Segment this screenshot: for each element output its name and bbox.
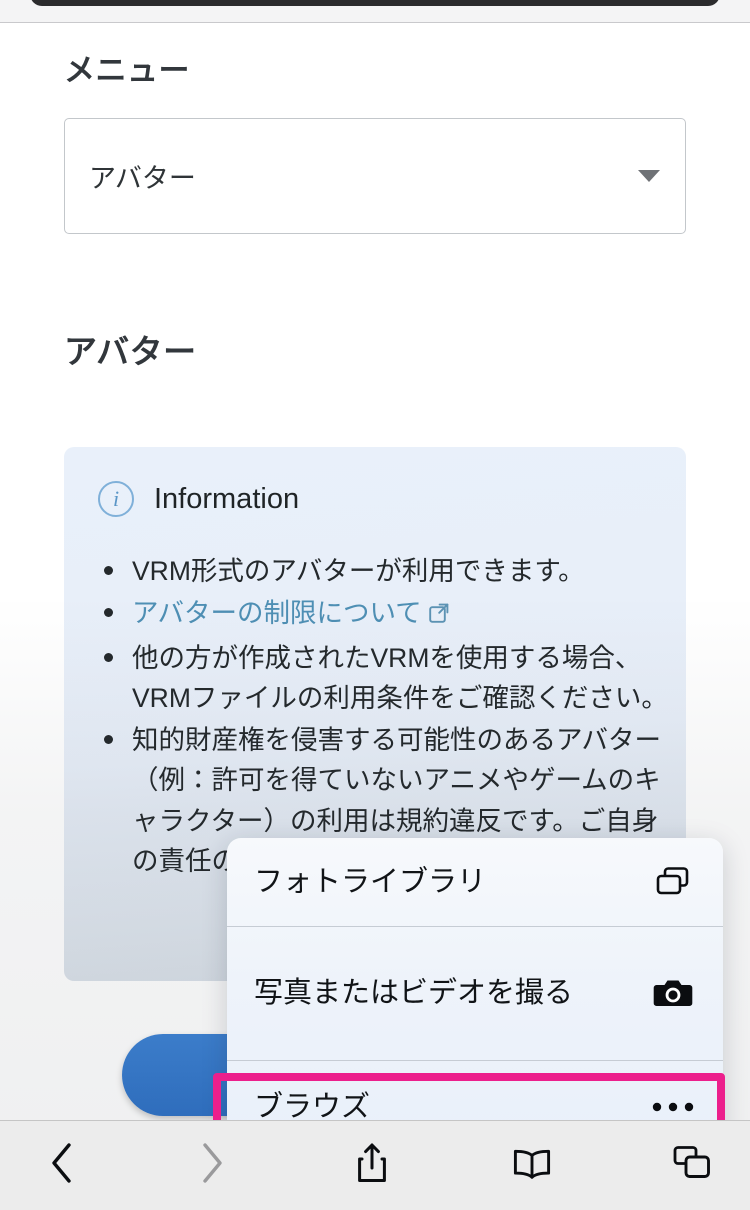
chevron-left-icon <box>48 1141 76 1190</box>
browser-bottom-toolbar <box>0 1120 750 1210</box>
back-button[interactable] <box>22 1137 102 1193</box>
menu-item-photo-library[interactable]: フォトライブラリ <box>227 838 723 926</box>
menu-item-label: 写真またはビデオを撮る <box>254 976 574 1009</box>
photo-library-icon <box>649 862 697 902</box>
share-icon <box>356 1141 388 1190</box>
menu-heading: メニュー <box>64 53 190 88</box>
avatar-restrictions-link[interactable]: アバターの制限について <box>132 598 422 628</box>
list-item: アバターの制限について <box>90 593 668 635</box>
url-bar[interactable] <box>30 0 720 6</box>
menu-select[interactable]: アバター <box>64 118 686 234</box>
information-title: Information <box>154 482 300 515</box>
list-item: 他の方が作成されたVRMを使用する場合、VRMファイルの利用条件をご確認ください… <box>90 638 668 719</box>
forward-button[interactable] <box>172 1137 252 1193</box>
list-item: VRM形式のアバターが利用できます。 <box>90 551 668 591</box>
ellipsis-icon <box>649 1100 697 1114</box>
share-button[interactable] <box>332 1137 412 1193</box>
avatar-heading: アバター <box>64 333 197 370</box>
chevron-right-icon <box>198 1141 226 1190</box>
information-list: VRM形式のアバターが利用できます。 アバターの制限について 他の方が作成された… <box>90 551 668 883</box>
bookmarks-button[interactable] <box>492 1137 572 1193</box>
menu-item-label: フォトライブラリ <box>254 865 487 898</box>
list-item-text: 他の方が作成されたVRMを使用する場合、VRMファイルの利用条件をご確認ください… <box>132 642 668 713</box>
information-header: i Information <box>98 481 299 517</box>
book-icon <box>512 1146 552 1185</box>
tabs-button[interactable] <box>652 1137 732 1193</box>
menu-select-value: アバター <box>89 163 196 194</box>
camera-icon <box>649 976 697 1010</box>
menu-item-take-photo-or-video[interactable]: 写真またはビデオを撮る <box>227 926 723 1060</box>
chevron-down-icon <box>638 170 660 182</box>
info-circle-icon: i <box>98 481 134 517</box>
external-link-icon <box>428 595 450 635</box>
tabs-icon <box>672 1145 712 1186</box>
upload-source-action-menu: フォトライブラリ 写真またはビデオを撮る ブラウズ <box>227 838 723 1154</box>
browser-top-chrome <box>0 0 750 23</box>
list-item-text: VRM形式のアバターが利用できます。 <box>132 556 585 586</box>
